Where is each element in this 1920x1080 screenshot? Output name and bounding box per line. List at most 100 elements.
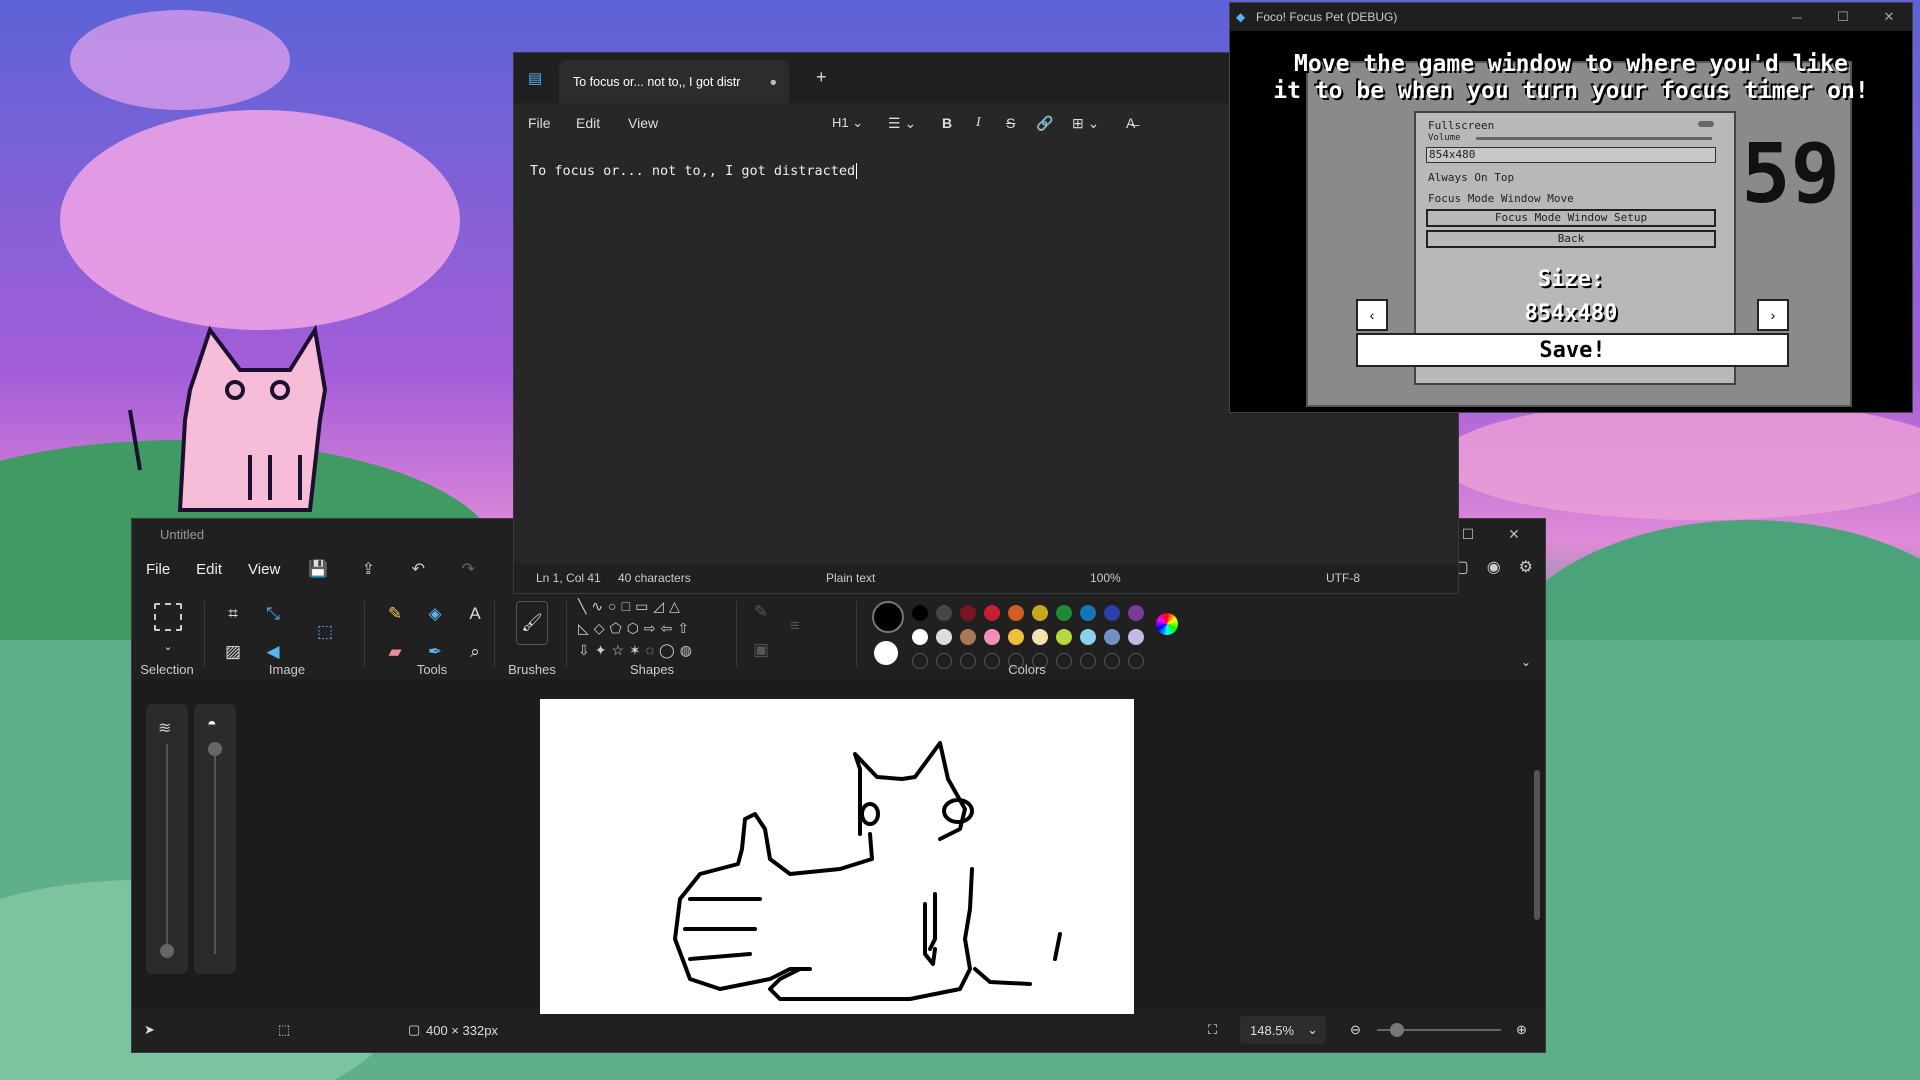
- selection-size-icon: ⬚: [278, 1022, 291, 1037]
- rectangle-select-icon[interactable]: [154, 603, 182, 631]
- color-swatch[interactable]: [1128, 605, 1144, 621]
- color-swatch[interactable]: [1056, 629, 1072, 645]
- pencil-icon[interactable]: ✎: [382, 601, 408, 627]
- close-button[interactable]: ✕: [1491, 519, 1537, 549]
- cat-drawing: [673, 741, 1062, 1001]
- color-swatch[interactable]: [1056, 605, 1072, 621]
- zoom-out-icon[interactable]: ⊖: [1350, 1022, 1361, 1038]
- vertical-scrollbar[interactable]: [1534, 685, 1540, 985]
- chevron-down-icon[interactable]: ⌄: [155, 633, 181, 659]
- color-swatch[interactable]: [1080, 605, 1096, 621]
- color-swatch[interactable]: [960, 629, 976, 645]
- opacity-slider[interactable]: ◓: [194, 704, 236, 974]
- size-next-button[interactable]: ›: [1757, 299, 1789, 331]
- resize-icon[interactable]: ⤡: [260, 601, 286, 627]
- unsaved-dot-icon[interactable]: ●: [769, 75, 777, 89]
- timer-digits: 59: [1741, 127, 1840, 222]
- strikethrough-icon[interactable]: S: [1006, 115, 1015, 131]
- brush-icon[interactable]: 🖌: [516, 601, 548, 645]
- image-creator-icon[interactable]: ⬚: [312, 619, 338, 645]
- fit-to-window-icon[interactable]: ⛶: [1208, 1022, 1217, 1038]
- color-swatch[interactable]: [984, 605, 1000, 621]
- zoom-value: 148.5%: [1250, 1022, 1295, 1038]
- chevron-down-icon: ⌄: [1307, 1022, 1318, 1037]
- menu-file[interactable]: File: [146, 561, 170, 578]
- share-icon[interactable]: ⇪: [356, 557, 380, 581]
- size-prev-button[interactable]: ‹: [1356, 299, 1388, 331]
- color-swatch[interactable]: [1032, 605, 1048, 621]
- shapes-grid[interactable]: ╲∿○□▭◿△ ◺◇⬠⬡⇨⇦⇧ ⇩✦☆✶◌◯◍: [578, 595, 728, 661]
- back-button[interactable]: Back: [1426, 230, 1716, 248]
- color-swatch[interactable]: [936, 629, 952, 645]
- color-swatch[interactable]: [984, 629, 1000, 645]
- np-menu-edit[interactable]: Edit: [576, 115, 600, 131]
- new-tab-icon[interactable]: +: [816, 67, 827, 88]
- list-icon[interactable]: ☰ ⌄: [888, 115, 916, 132]
- fullscreen-toggle[interactable]: [1698, 121, 1714, 127]
- tools-label: Tools: [416, 662, 448, 677]
- game-app-icon: ◆: [1236, 10, 1246, 24]
- size-icon: ≡: [790, 616, 800, 635]
- save-button[interactable]: Save!: [1356, 333, 1789, 367]
- color-swatch[interactable]: [912, 605, 928, 621]
- zoom-in-icon[interactable]: ⊕: [1516, 1022, 1527, 1038]
- np-menu-view[interactable]: View: [628, 115, 658, 131]
- outline-icon: ✎: [753, 602, 769, 621]
- colors-group: Colors: [862, 593, 1192, 677]
- focus-mode-move-label[interactable]: Focus Mode Window Move: [1428, 192, 1574, 205]
- save-icon[interactable]: 💾: [306, 557, 330, 581]
- notepad-zoom: 100%: [1090, 571, 1121, 585]
- italic-icon[interactable]: I: [976, 115, 981, 131]
- zoom-slider-thumb[interactable]: [1390, 1023, 1404, 1037]
- link-icon[interactable]: 🔗: [1036, 115, 1053, 132]
- notepad-statusbar: Ln 1, Col 41 40 characters Plain text 10…: [514, 563, 1458, 593]
- color-swatch[interactable]: [1104, 605, 1120, 621]
- redo-icon[interactable]: ↷: [456, 557, 480, 581]
- color-swatch[interactable]: [1128, 629, 1144, 645]
- primary-color[interactable]: [872, 601, 904, 633]
- ribbon-collapse-icon[interactable]: ⌄: [1513, 649, 1539, 675]
- fill-bucket-icon[interactable]: ◈: [422, 601, 448, 627]
- heading-dropdown[interactable]: H1 ⌄: [832, 115, 863, 131]
- color-swatch[interactable]: [912, 629, 928, 645]
- color-swatch[interactable]: [1008, 629, 1024, 645]
- drawing-canvas[interactable]: [540, 699, 1134, 1014]
- account-icon[interactable]: ◉: [1487, 557, 1501, 577]
- size-slider-thumb[interactable]: [160, 944, 174, 958]
- text-icon[interactable]: A: [462, 601, 488, 627]
- instruction-text: Move the game window to where you'd like…: [1230, 51, 1912, 105]
- opacity-slider-thumb[interactable]: [208, 742, 222, 756]
- undo-icon[interactable]: ↶: [406, 557, 430, 581]
- resolution-field[interactable]: 854x480: [1426, 147, 1716, 163]
- close-button[interactable]: ✕: [1866, 3, 1912, 31]
- always-on-top-label[interactable]: Always On Top: [1428, 171, 1514, 184]
- edit-colors-icon[interactable]: [1156, 613, 1178, 635]
- color-swatch[interactable]: [1032, 629, 1048, 645]
- menu-edit[interactable]: Edit: [196, 561, 222, 578]
- color-swatch[interactable]: [1104, 629, 1120, 645]
- maximize-button[interactable]: ☐: [1820, 3, 1866, 31]
- color-swatch[interactable]: [936, 605, 952, 621]
- image-label: Image: [268, 662, 306, 677]
- focus-setup-button[interactable]: Focus Mode Window Setup: [1426, 209, 1716, 227]
- brushes-label: Brushes: [508, 662, 556, 677]
- menu-view[interactable]: View: [248, 561, 280, 578]
- color-swatch[interactable]: [1008, 605, 1024, 621]
- table-icon[interactable]: ⊞ ⌄: [1072, 115, 1099, 132]
- bold-icon[interactable]: B: [942, 115, 952, 131]
- game-viewport: 59 Move the game window to where you'd l…: [1230, 31, 1912, 412]
- np-menu-file[interactable]: File: [528, 115, 551, 131]
- brush-size-slider[interactable]: ≋: [146, 704, 188, 974]
- tab-document[interactable]: To focus or... not to,, I got distr ●: [559, 60, 789, 103]
- color-swatch[interactable]: [960, 605, 976, 621]
- clear-format-icon[interactable]: A̶: [1126, 115, 1135, 131]
- game-window: ◆ Foco! Focus Pet (DEBUG) ─ ☐ ✕ 59 Move …: [1229, 2, 1913, 413]
- settings-gear-icon[interactable]: ⚙: [1519, 557, 1533, 577]
- canvas-size: 400 × 332px: [426, 1022, 498, 1038]
- minimize-button[interactable]: ─: [1774, 3, 1820, 31]
- crop-icon[interactable]: ⌗: [220, 601, 246, 627]
- volume-slider[interactable]: [1476, 137, 1712, 140]
- shapes-label: Shapes: [629, 662, 675, 677]
- color-swatch[interactable]: [1080, 629, 1096, 645]
- zoom-select[interactable]: 148.5% ⌄: [1240, 1016, 1326, 1044]
